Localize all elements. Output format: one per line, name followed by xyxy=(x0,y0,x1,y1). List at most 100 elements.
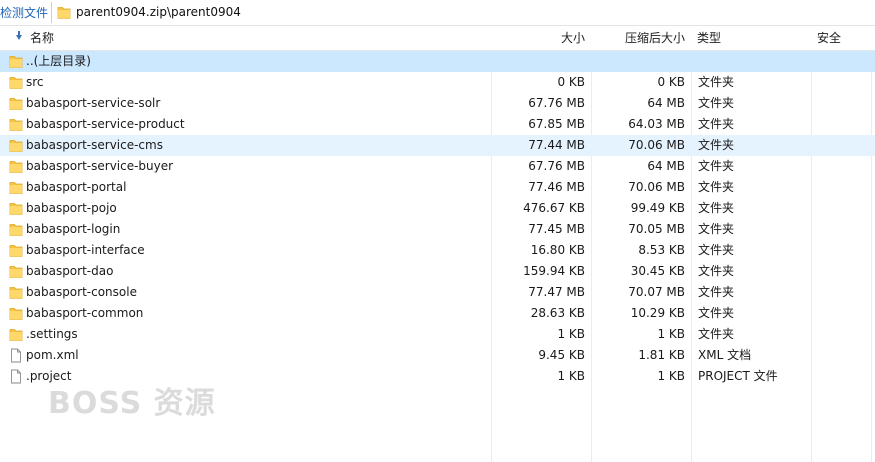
file-name: babasport-login xyxy=(26,222,121,236)
compressed-size: 64.03 MB xyxy=(628,117,685,131)
compressed-size: 64 MB xyxy=(647,96,685,110)
file-name: babasport-service-buyer xyxy=(26,159,174,173)
table-row[interactable]: pom.xml 9.45 KB 1.81 KB XML 文档 xyxy=(0,345,875,366)
file-name: babasport-common xyxy=(26,306,144,320)
folder-icon xyxy=(9,285,23,300)
file-size xyxy=(495,51,585,72)
file-name: babasport-pojo xyxy=(26,201,117,215)
file-icon xyxy=(9,369,23,384)
file-type: 文件夹 xyxy=(698,327,735,341)
check-file-tab[interactable]: 检测文件 xyxy=(0,4,48,21)
table-row[interactable]: babasport-portal 77.46 MB 70.06 MB 文件夹 xyxy=(0,177,875,198)
file-type: 文件夹 xyxy=(698,243,735,257)
file-size: 1 KB xyxy=(557,327,585,341)
folder-icon xyxy=(9,159,23,174)
file-name: babasport-console xyxy=(26,285,137,299)
address-bar: 检测文件 parent0904.zip\parent0904 xyxy=(0,0,875,26)
file-size: 1 KB xyxy=(557,369,585,383)
file-size: 77.45 MB xyxy=(528,222,585,236)
compressed-size: 70.05 MB xyxy=(628,222,685,236)
archive-path[interactable]: parent0904.zip\parent0904 xyxy=(76,5,241,19)
file-type: 文件夹 xyxy=(698,117,735,131)
file-type: 文件夹 xyxy=(698,180,735,194)
file-type: 文件夹 xyxy=(698,201,735,215)
compressed-size: 30.45 KB xyxy=(630,264,685,278)
column-header-type[interactable]: 类型 xyxy=(691,26,811,51)
file-rows: ..(上层目录) src 0 KB 0 KB 文件夹 babasport-service-… xyxy=(0,51,875,387)
file-size: 77.47 MB xyxy=(528,285,585,299)
folder-icon xyxy=(9,327,23,342)
file-size: 0 KB xyxy=(557,75,585,89)
file-type xyxy=(698,51,808,72)
compressed-size: 64 MB xyxy=(647,159,685,173)
file-size: 476.67 KB xyxy=(523,201,585,215)
folder-icon xyxy=(9,222,23,237)
compressed-size: 70.06 MB xyxy=(628,138,685,152)
file-name: babasport-portal xyxy=(26,180,127,194)
folder-icon xyxy=(9,96,23,111)
folder-icon xyxy=(9,201,23,216)
folder-icon xyxy=(9,243,23,258)
file-type: 文件夹 xyxy=(698,222,735,236)
compressed-size: 1 KB xyxy=(657,327,685,341)
table-row[interactable]: babasport-service-cms 77.44 MB 70.06 MB 文件夹 xyxy=(0,135,875,156)
column-header-size[interactable]: 大小 xyxy=(491,26,591,51)
table-row[interactable]: babasport-login 77.45 MB 70.05 MB 文件夹 xyxy=(0,219,875,240)
table-row[interactable]: babasport-dao 159.94 KB 30.45 KB 文件夹 xyxy=(0,261,875,282)
folder-icon xyxy=(9,117,23,132)
file-name: babasport-service-solr xyxy=(26,96,161,110)
compressed-size xyxy=(595,51,685,72)
file-size: 16.80 KB xyxy=(530,243,585,257)
toolbar-separator xyxy=(51,2,52,23)
file-type: XML 文档 xyxy=(698,348,752,362)
sort-arrow-icon xyxy=(16,35,22,40)
file-type: 文件夹 xyxy=(698,159,735,173)
file-size: 77.46 MB xyxy=(528,180,585,194)
column-header-compressed-size[interactable]: 压缩后大小 xyxy=(591,26,691,51)
table-row[interactable]: babasport-service-buyer 67.76 MB 64 MB 文件夹 xyxy=(0,156,875,177)
file-size: 159.94 KB xyxy=(523,264,585,278)
file-type: 文件夹 xyxy=(698,75,735,89)
column-header: 名称 大小 压缩后大小 类型 安全 xyxy=(0,26,875,51)
file-name: pom.xml xyxy=(26,348,79,362)
compressed-size: 8.53 KB xyxy=(638,243,685,257)
table-row[interactable]: babasport-common 28.63 KB 10.29 KB 文件夹 xyxy=(0,303,875,324)
file-name: babasport-dao xyxy=(26,264,114,278)
folder-icon xyxy=(9,264,23,279)
file-icon xyxy=(9,348,23,363)
table-row[interactable]: babasport-interface 16.80 KB 8.53 KB 文件夹 xyxy=(0,240,875,261)
file-type: PROJECT 文件 xyxy=(698,369,778,383)
file-size: 28.63 KB xyxy=(530,306,585,320)
file-size: 9.45 KB xyxy=(538,348,585,362)
file-name: src xyxy=(26,75,44,89)
file-name: babasport-service-cms xyxy=(26,138,163,152)
file-name: ..(上层目录) xyxy=(26,54,91,68)
file-type: 文件夹 xyxy=(698,264,735,278)
compressed-size: 10.29 KB xyxy=(630,306,685,320)
compressed-size: 70.07 MB xyxy=(628,285,685,299)
column-header-name[interactable]: 名称 xyxy=(0,26,491,51)
table-row[interactable]: babasport-service-product 67.85 MB 64.03 M… xyxy=(0,114,875,135)
compressed-size: 99.49 KB xyxy=(630,201,685,215)
file-size: 67.85 MB xyxy=(528,117,585,131)
compressed-size: 1.81 KB xyxy=(638,348,685,362)
compressed-size: 70.06 MB xyxy=(628,180,685,194)
file-name: babasport-interface xyxy=(26,243,145,257)
table-row[interactable]: babasport-pojo 476.67 KB 99.49 KB 文件夹 xyxy=(0,198,875,219)
file-size: 67.76 MB xyxy=(528,159,585,173)
watermark: BOSS 资源 xyxy=(48,386,216,421)
table-row[interactable]: babasport-service-solr 67.76 MB 64 MB 文件夹 xyxy=(0,93,875,114)
file-type: 文件夹 xyxy=(698,96,735,110)
column-header-security[interactable]: 安全 xyxy=(811,26,871,51)
file-type: 文件夹 xyxy=(698,138,735,152)
table-row[interactable]: babasport-console 77.47 MB 70.07 MB 文件夹 xyxy=(0,282,875,303)
compressed-size: 0 KB xyxy=(657,75,685,89)
file-size: 77.44 MB xyxy=(528,138,585,152)
file-type: 文件夹 xyxy=(698,285,735,299)
folder-icon xyxy=(9,180,23,195)
table-row[interactable]: src 0 KB 0 KB 文件夹 xyxy=(0,72,875,93)
folder-icon xyxy=(9,54,23,69)
file-name: .settings xyxy=(26,327,78,341)
table-row[interactable]: .settings 1 KB 1 KB 文件夹 xyxy=(0,324,875,345)
parent-directory-row[interactable]: ..(上层目录) xyxy=(0,51,875,72)
